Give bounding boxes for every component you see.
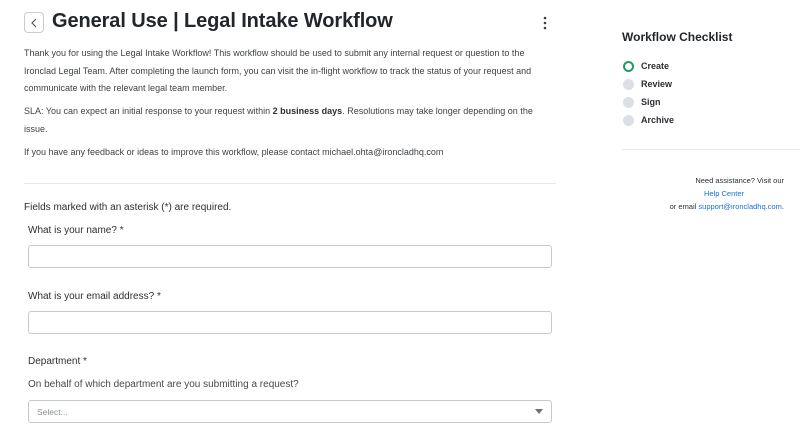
step-pending-indicator	[623, 96, 634, 108]
kebab-menu-icon	[543, 16, 547, 30]
required-note: Fields marked with an asterisk (*) are r…	[24, 202, 232, 213]
step-label: Create	[641, 61, 670, 71]
sla-suffix: . Resolutions may take longer depending …	[342, 106, 533, 116]
step-label: Sign	[641, 97, 661, 107]
email-prefix: or email	[669, 202, 699, 211]
step-sign: Sign	[623, 96, 661, 108]
department-select[interactable]: Select...	[28, 400, 552, 423]
step-review: Review	[623, 78, 672, 90]
email-label: What is your email address? *	[28, 291, 161, 302]
intro-line: Thank you for using the Legal Intake Wor…	[24, 48, 525, 58]
department-label: Department *	[28, 356, 87, 367]
name-label: What is your name? *	[28, 225, 124, 236]
sla-duration: 2 business days	[272, 106, 343, 116]
step-pending-indicator	[623, 114, 634, 126]
sidebar-divider	[622, 149, 800, 150]
step-active-indicator	[623, 60, 634, 72]
caret-down-icon	[535, 409, 543, 414]
divider	[24, 183, 556, 184]
step-create: Create	[623, 60, 669, 72]
assistance-info: Need assistance? Visit our Help Center o…	[622, 174, 784, 213]
sla-paragraph: SLA: You can expect an initial response …	[24, 103, 564, 138]
step-archive: Archive	[623, 114, 674, 126]
support-email-link[interactable]: support@ironcladhq.com	[698, 202, 782, 211]
sla-line: SLA: You can expect an initial response …	[24, 103, 564, 121]
intro-line: communicate with the relevant legal team…	[24, 83, 228, 93]
assist-text: Need assistance? Visit our	[695, 176, 784, 185]
sla-line-2: issue.	[24, 123, 48, 134]
intro-line: Ironclad Legal Team. After completing th…	[24, 65, 532, 76]
more-options-button[interactable]	[538, 14, 552, 32]
back-button[interactable]	[24, 12, 44, 33]
chevron-left-icon	[31, 18, 37, 27]
sla-prefix: SLA: You can expect an initial response …	[24, 106, 273, 116]
step-label: Archive	[641, 115, 675, 125]
email-suffix: .	[781, 202, 784, 211]
email-input[interactable]	[28, 311, 552, 334]
step-label: Review	[641, 79, 673, 89]
department-help: On behalf of which department are you su…	[28, 379, 299, 390]
help-center-link[interactable]: Help Center	[622, 187, 784, 200]
feedback-paragraph: If you have any feedback or ideas to imp…	[24, 147, 444, 157]
step-pending-indicator	[623, 78, 634, 90]
intro-paragraph: Thank you for using the Legal Intake Wor…	[24, 45, 564, 98]
page-title: General Use | Legal Intake Workflow	[52, 10, 393, 32]
name-input[interactable]	[28, 245, 552, 268]
department-placeholder: Select...	[37, 406, 68, 417]
support-email-line: or email support@ironcladhq.com.	[622, 200, 784, 213]
checklist-title: Workflow Checklist	[622, 30, 733, 44]
